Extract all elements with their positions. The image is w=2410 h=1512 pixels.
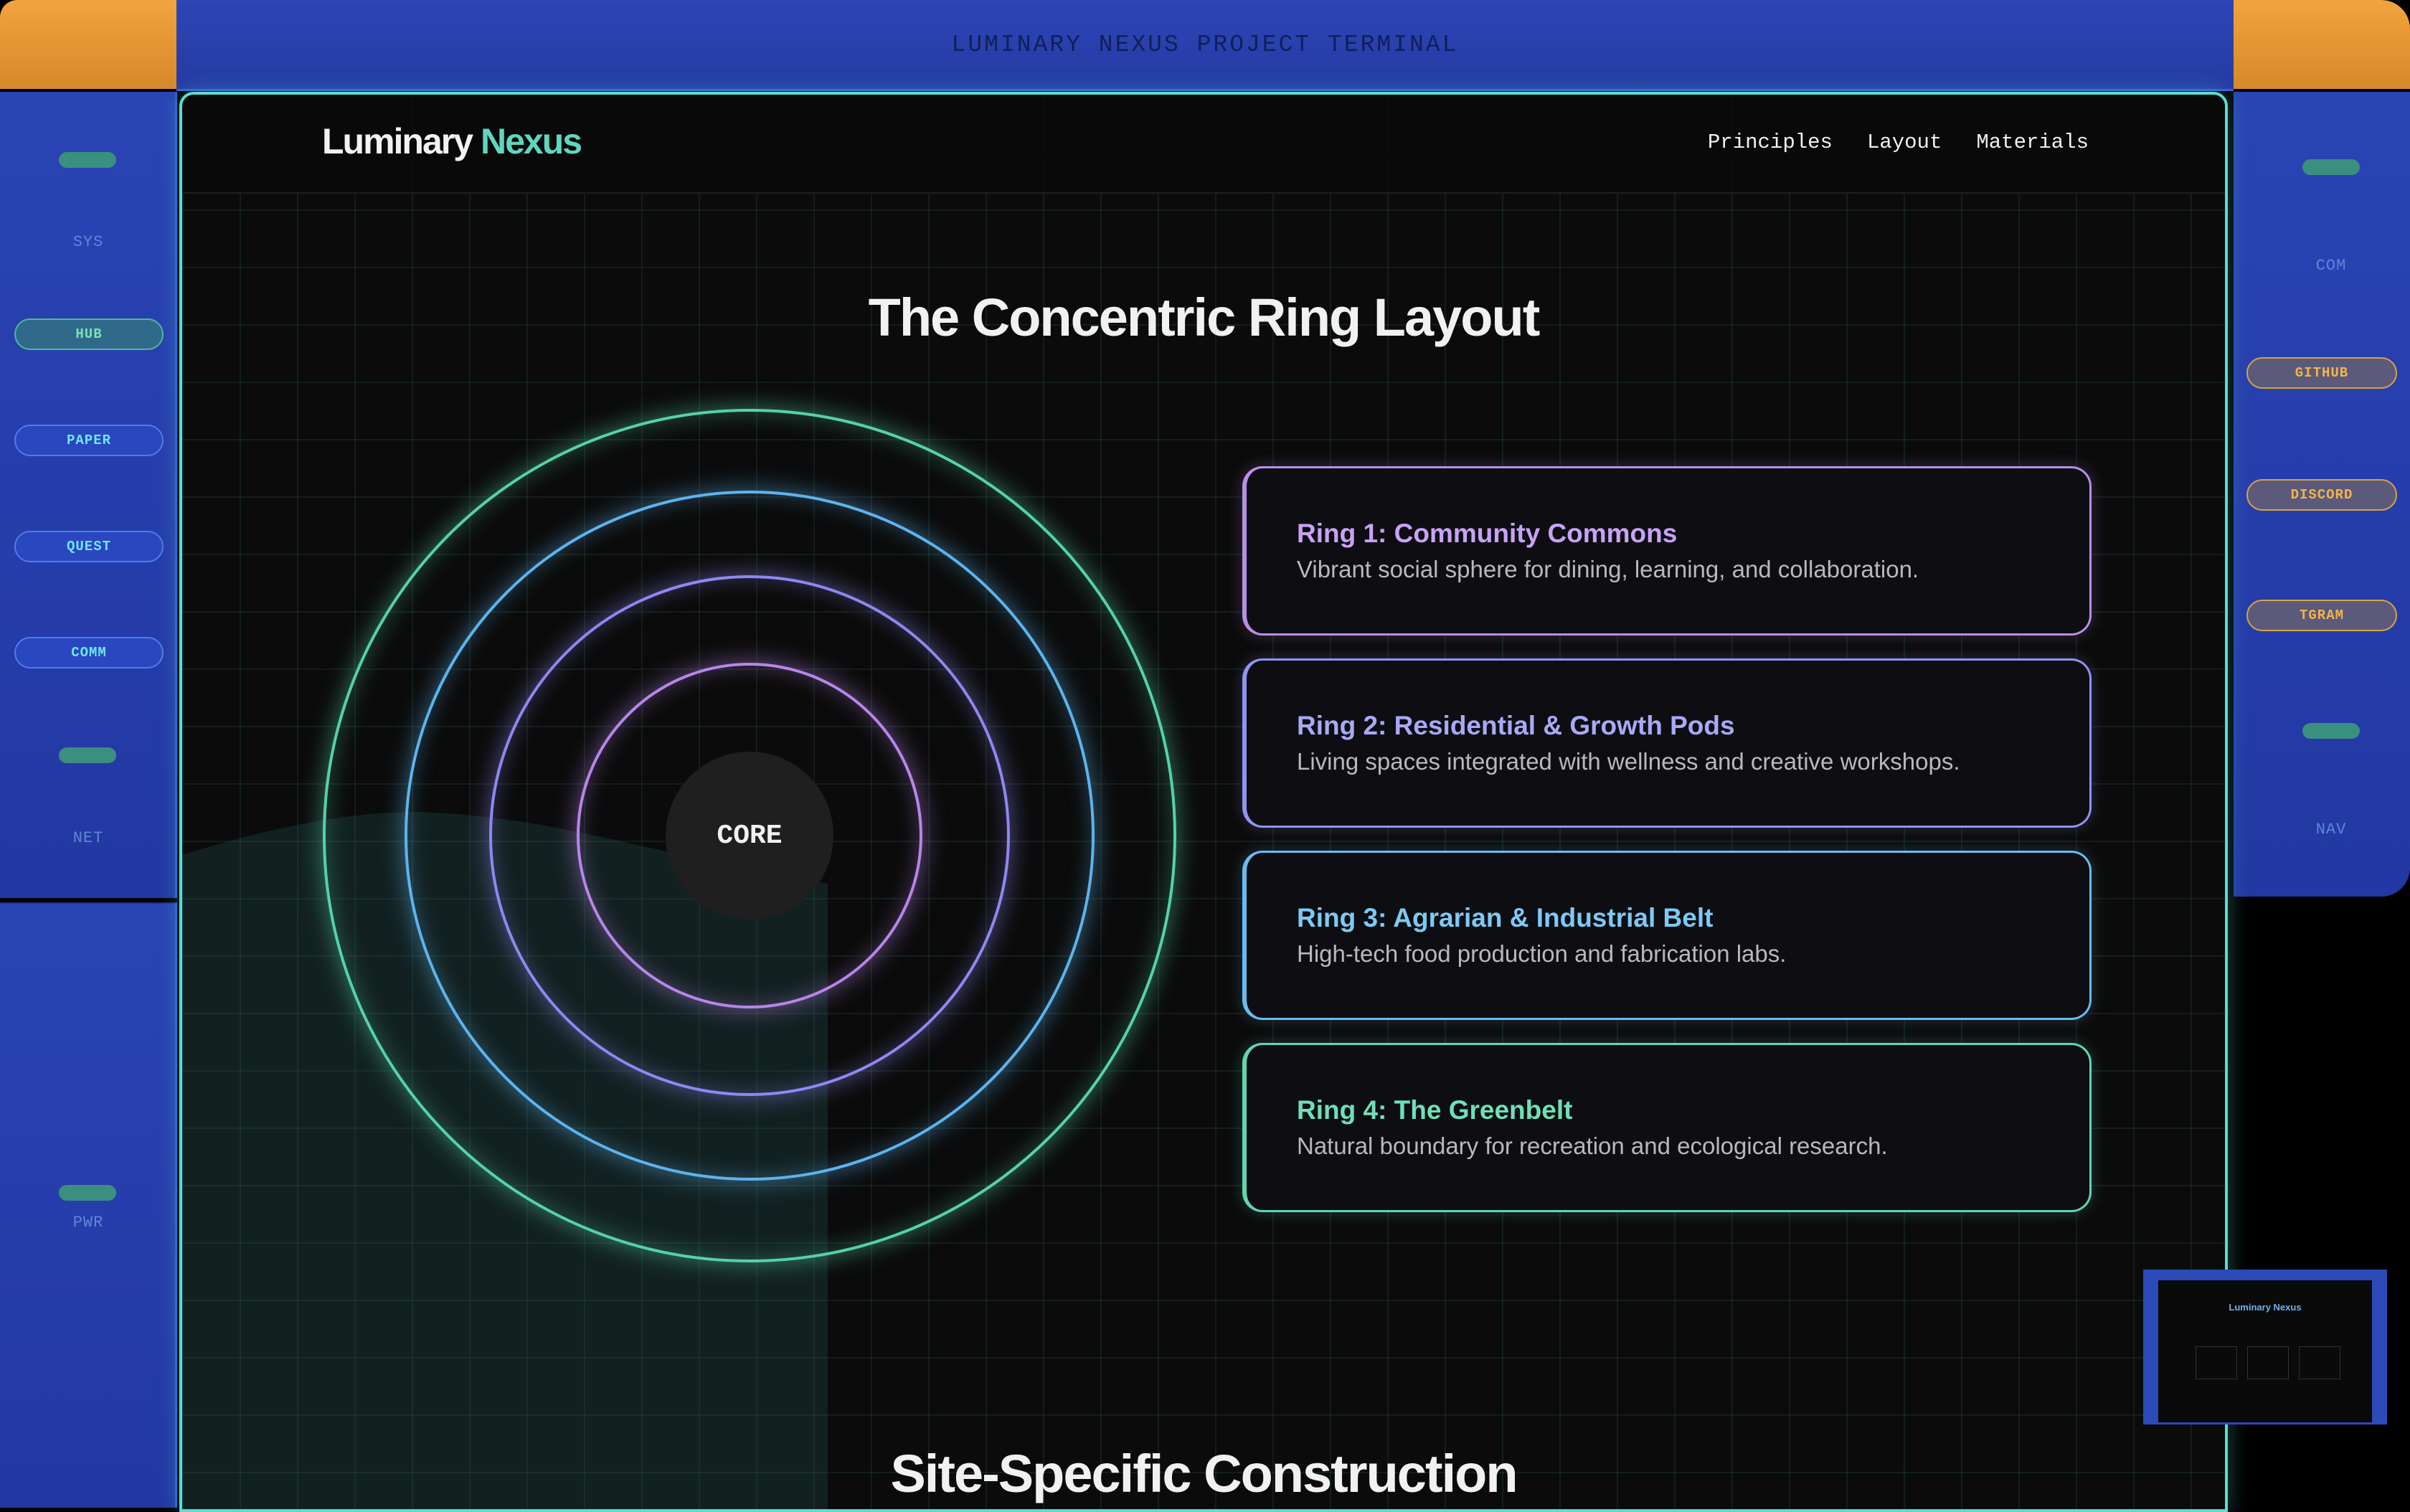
page-preview-thumbnail[interactable]: Luminary Nexus: [2143, 1270, 2387, 1424]
rail-label-com: COM: [2315, 257, 2347, 275]
right-rail: COM GITHUB DISCORD TGRAM NAV: [2234, 92, 2410, 897]
ring-card-3[interactable]: Ring 3: Agrarian & Industrial Belt High-…: [1242, 851, 2092, 1020]
rail-label-net: NET: [72, 829, 104, 847]
ring-card-title: Ring 1: Community Commons: [1297, 519, 1678, 548]
left-rail-lower: PWR: [0, 902, 177, 1508]
status-indicator: [59, 1185, 116, 1201]
left-rail: SYS HUB PAPER QUEST COMM NET: [0, 92, 177, 898]
main-screen: Luminary Nexus Principles Layout Materia…: [179, 92, 2228, 1512]
site-navbar: Luminary Nexus Principles Layout Materia…: [182, 95, 2225, 194]
nav-link-layout[interactable]: Layout: [1867, 131, 1942, 154]
rail-button-github[interactable]: GITHUB: [2246, 357, 2397, 389]
terminal-title-bar: LUMINARY NEXUS PROJECT TERMINAL: [176, 0, 2234, 91]
frame-corner-left: [0, 0, 176, 89]
ring-card-description: High-tech food production and fabricatio…: [1297, 940, 1787, 967]
status-indicator: [2302, 159, 2360, 175]
status-indicator: [2302, 723, 2360, 739]
preview-topbar: [2145, 1272, 2385, 1280]
ring-card-description: Vibrant social sphere for dining, learni…: [1297, 556, 1919, 582]
rail-button-tgram[interactable]: TGRAM: [2246, 600, 2397, 631]
nav-links: Principles Layout Materials: [1708, 131, 2089, 154]
status-indicator: [59, 747, 116, 763]
rail-button-hub[interactable]: HUB: [14, 318, 164, 350]
ring-card-title: Ring 3: Agrarian & Industrial Belt: [1297, 903, 1714, 932]
rail-label-sys: SYS: [72, 233, 104, 251]
core-circle: CORE: [666, 752, 833, 920]
ring-card-title: Ring 4: The Greenbelt: [1297, 1095, 1573, 1125]
brand-accent: Nexus: [480, 121, 582, 161]
rail-button-discord[interactable]: DISCORD: [2246, 479, 2397, 511]
rail-label-nav: NAV: [2315, 821, 2347, 838]
ring-card-2[interactable]: Ring 2: Residential & Growth Pods Living…: [1242, 658, 2092, 828]
rail-button-comm[interactable]: COMM: [14, 637, 164, 668]
terminal-title: LUMINARY NEXUS PROJECT TERMINAL: [951, 31, 1459, 58]
ring-card-title: Ring 2: Residential & Growth Pods: [1297, 711, 1735, 740]
preview-brand: Luminary Nexus: [2229, 1302, 2302, 1313]
rail-button-paper[interactable]: PAPER: [14, 425, 164, 456]
brand-name: Luminary: [322, 121, 473, 161]
core-label: CORE: [717, 820, 783, 851]
status-indicator: [59, 152, 116, 168]
ring-card-description: Living spaces integrated with wellness a…: [1297, 748, 1960, 775]
nav-link-materials[interactable]: Materials: [1976, 131, 2089, 154]
preview-card: [2299, 1346, 2340, 1379]
preview-card: [2196, 1346, 2237, 1379]
ring-card-1[interactable]: Ring 1: Community Commons Vibrant social…: [1242, 466, 2092, 635]
next-section-title: Site-Specific Construction: [890, 1444, 1518, 1503]
frame-corner-right: [2234, 0, 2410, 89]
nav-link-principles[interactable]: Principles: [1708, 131, 1833, 154]
ring-card-4[interactable]: Ring 4: The Greenbelt Natural boundary f…: [1242, 1043, 2092, 1212]
rail-label-pwr: PWR: [72, 1214, 104, 1232]
rail-button-quest[interactable]: QUEST: [14, 531, 164, 562]
ring-card-description: Natural boundary for recreation and ecol…: [1297, 1133, 1888, 1159]
section-title: The Concentric Ring Layout: [868, 288, 1541, 347]
brand-logo[interactable]: Luminary Nexus: [322, 121, 582, 162]
preview-card: [2247, 1346, 2289, 1379]
